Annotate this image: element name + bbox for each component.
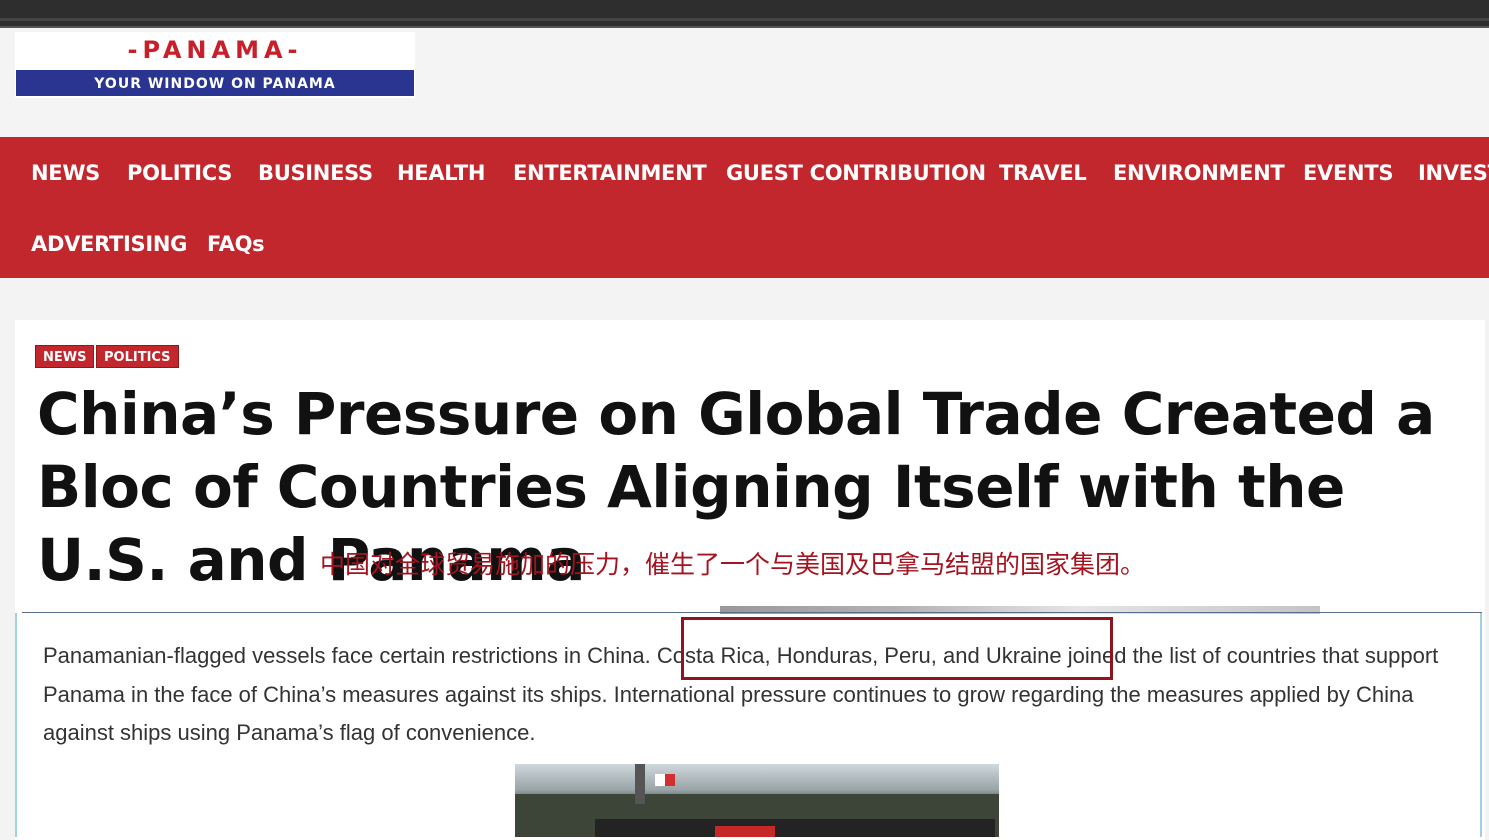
nav-item-business[interactable]: BUSINESS bbox=[258, 161, 373, 185]
nav-item-invest[interactable]: INVEST bbox=[1418, 161, 1489, 185]
nav-item-events[interactable]: EVENTS bbox=[1303, 161, 1393, 185]
nav-item-faqs[interactable]: FAQs bbox=[207, 232, 265, 256]
tag-news[interactable]: NEWS bbox=[35, 345, 95, 368]
site-logo[interactable]: -PANAMA- YOUR WINDOW ON PANAMA bbox=[15, 32, 415, 98]
content-border-right bbox=[1480, 613, 1482, 837]
nav-item-politics[interactable]: POLITICS bbox=[127, 161, 232, 185]
nav-item-travel[interactable]: TRAVEL bbox=[999, 161, 1087, 185]
browser-top-strip bbox=[0, 0, 1489, 28]
logo-tagline: YOUR WINDOW ON PANAMA bbox=[16, 70, 414, 96]
logo-title: -PANAMA- bbox=[127, 36, 303, 64]
tag-politics[interactable]: POLITICS bbox=[96, 345, 179, 368]
content-border-left bbox=[15, 613, 17, 837]
flag-icon bbox=[655, 774, 675, 786]
main-nav: NEWS POLITICS BUSINESS HEALTH ENTERTAINM… bbox=[0, 137, 1489, 278]
nav-item-health[interactable]: HEALTH bbox=[397, 161, 485, 185]
divider bbox=[22, 612, 1482, 613]
nav-item-news[interactable]: NEWS bbox=[31, 161, 100, 185]
nav-item-guest-contribution[interactable]: GUEST CONTRIBUTION bbox=[726, 161, 986, 185]
article-photo bbox=[515, 764, 999, 837]
highlight-box bbox=[681, 617, 1113, 680]
nav-item-entertainment[interactable]: ENTERTAINMENT bbox=[513, 161, 707, 185]
nav-item-environment[interactable]: ENVIRONMENT bbox=[1113, 161, 1285, 185]
nav-item-advertising[interactable]: ADVERTISING bbox=[31, 232, 187, 256]
chinese-annotation: 中国对全球贸易施加的压力，催生了一个与美国及巴拿马结盟的国家集团。 bbox=[320, 550, 1146, 579]
